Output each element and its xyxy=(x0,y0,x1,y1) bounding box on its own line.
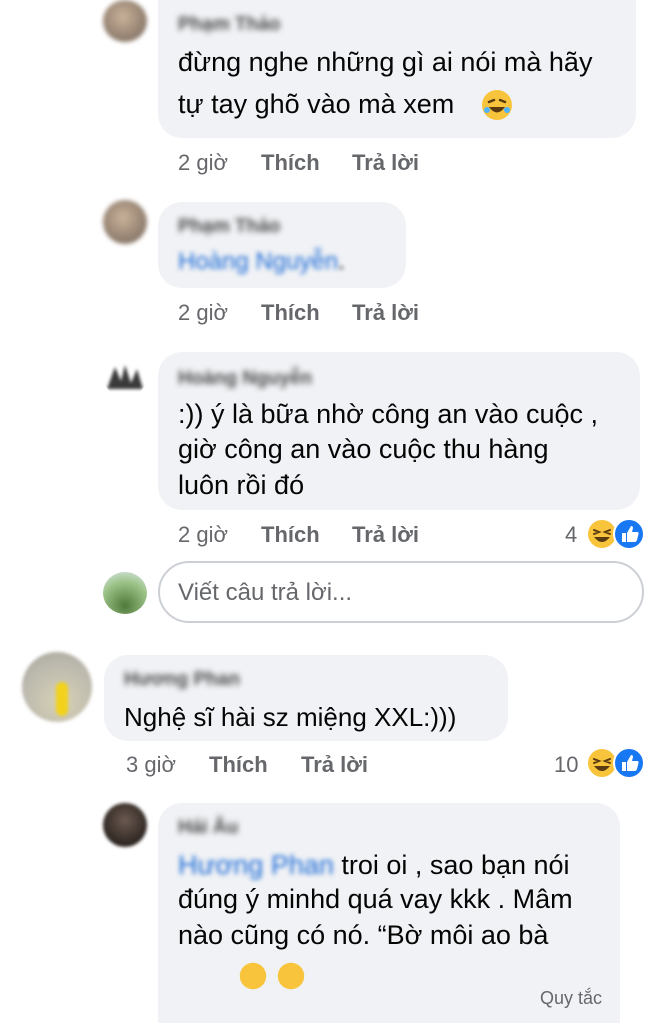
comment-bubble: Hoàng Nguyễn :)) ý là bữa nhờ công an và… xyxy=(158,352,640,510)
avatar[interactable] xyxy=(103,200,147,244)
reply-button[interactable]: Trả lời xyxy=(301,752,368,778)
reply-input[interactable]: Viết câu trả lời... xyxy=(158,561,644,623)
comment-author[interactable]: Hoàng Nguyễn xyxy=(178,368,312,390)
avatar[interactable] xyxy=(103,803,147,847)
reaction-count[interactable]: 4 xyxy=(565,522,577,548)
avatar[interactable] xyxy=(103,572,147,614)
reply-button[interactable]: Trả lời xyxy=(352,150,419,176)
like-reaction-icon[interactable] xyxy=(612,517,646,551)
comment-bubble: Phạm Thảo Hoàng Nguyễn. xyxy=(158,202,406,288)
comment-time[interactable]: 3 giờ xyxy=(126,752,176,778)
comment-author[interactable]: Phạm Thảo xyxy=(178,14,280,36)
comment-bubble: Hương Phan Nghệ sĩ hài sz miệng XXL:))) xyxy=(104,655,508,741)
like-button[interactable]: Thích xyxy=(261,522,320,548)
laughing-emoji-icon xyxy=(239,962,267,990)
avatar[interactable] xyxy=(103,357,147,397)
mention-link[interactable]: Hương Phan xyxy=(178,850,334,880)
comment-author[interactable]: Hải Âu xyxy=(178,817,238,839)
comment-bubble: Phạm Thảo đừng nghe những gì ai nói mà h… xyxy=(158,0,636,138)
comment-author[interactable]: Hương Phan xyxy=(124,669,240,691)
like-reaction-icon[interactable] xyxy=(612,746,646,780)
comment-text-line: giờ công an vào cuộc thu hàng xyxy=(178,434,549,464)
comment-text-line: :)) ý là bữa nhờ công an vào cuộc , xyxy=(178,399,599,429)
footer-link[interactable]: Quy tắc xyxy=(540,988,602,1009)
comment-time[interactable]: 2 giờ xyxy=(178,300,228,326)
reply-placeholder: Viết câu trả lời... xyxy=(178,579,353,606)
like-button[interactable]: Thích xyxy=(261,150,320,176)
reply-button[interactable]: Trả lời xyxy=(352,522,419,548)
comment-text-line: đúng ý minhd quá vay kkk . Mâm xyxy=(178,884,573,914)
comment-text-line: Nghệ sĩ hài sz miệng XXL:))) xyxy=(124,702,457,732)
comment-text-line: nào cũng có nó. “Bờ môi ao bà xyxy=(178,920,549,950)
laughing-emoji-icon xyxy=(482,90,512,120)
reply-button[interactable]: Trả lời xyxy=(352,300,419,326)
like-button[interactable]: Thích xyxy=(261,300,320,326)
avatar[interactable] xyxy=(103,0,147,42)
avatar[interactable] xyxy=(22,652,92,722)
reaction-count[interactable]: 10 xyxy=(554,752,578,778)
laughing-emoji-icon xyxy=(277,962,305,990)
comment-text-line: đừng nghe những gì ai nói mà hãy xyxy=(178,47,593,77)
comment-text-line: luôn rồi đó xyxy=(178,470,305,500)
mention-link[interactable]: Hoàng Nguyễn xyxy=(178,248,338,275)
comment-time[interactable]: 2 giờ xyxy=(178,522,228,548)
comment-time[interactable]: 2 giờ xyxy=(178,150,228,176)
comment-text-line: tự tay ghõ vào mà xem xyxy=(178,89,455,119)
like-button[interactable]: Thích xyxy=(209,752,268,778)
comment-text-line: Hoàng Nguyễn. xyxy=(178,242,345,282)
comment-author[interactable]: Phạm Thảo xyxy=(178,216,280,238)
mention-suffix: . xyxy=(338,248,345,275)
